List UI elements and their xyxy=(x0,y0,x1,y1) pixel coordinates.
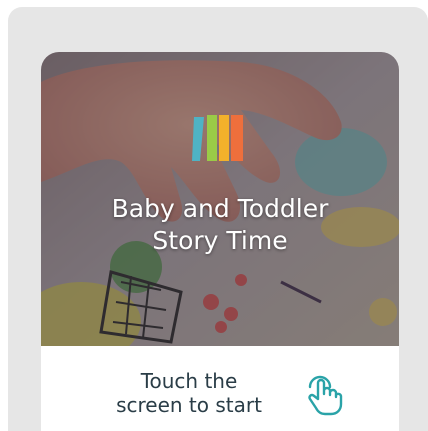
app-frame: Baby and Toddler Story Time Touch the sc… xyxy=(8,7,428,431)
app-title-line1: Baby and Toddler xyxy=(111,194,329,223)
app-title: Baby and Toddler Story Time xyxy=(41,193,399,257)
start-prompt-line1: Touch the xyxy=(140,369,238,393)
hand-tap-icon xyxy=(308,375,343,416)
app-title-line2: Story Time xyxy=(152,226,288,255)
touch-to-start-button[interactable]: Touch the screen to start xyxy=(41,346,399,431)
hero-image[interactable]: Baby and Toddler Story Time xyxy=(41,52,399,346)
book-stack-logo xyxy=(192,115,243,161)
start-prompt: Touch the screen to start xyxy=(89,369,289,417)
start-card[interactable]: Baby and Toddler Story Time Touch the sc… xyxy=(41,52,399,431)
start-prompt-line2: screen to start xyxy=(116,393,262,417)
